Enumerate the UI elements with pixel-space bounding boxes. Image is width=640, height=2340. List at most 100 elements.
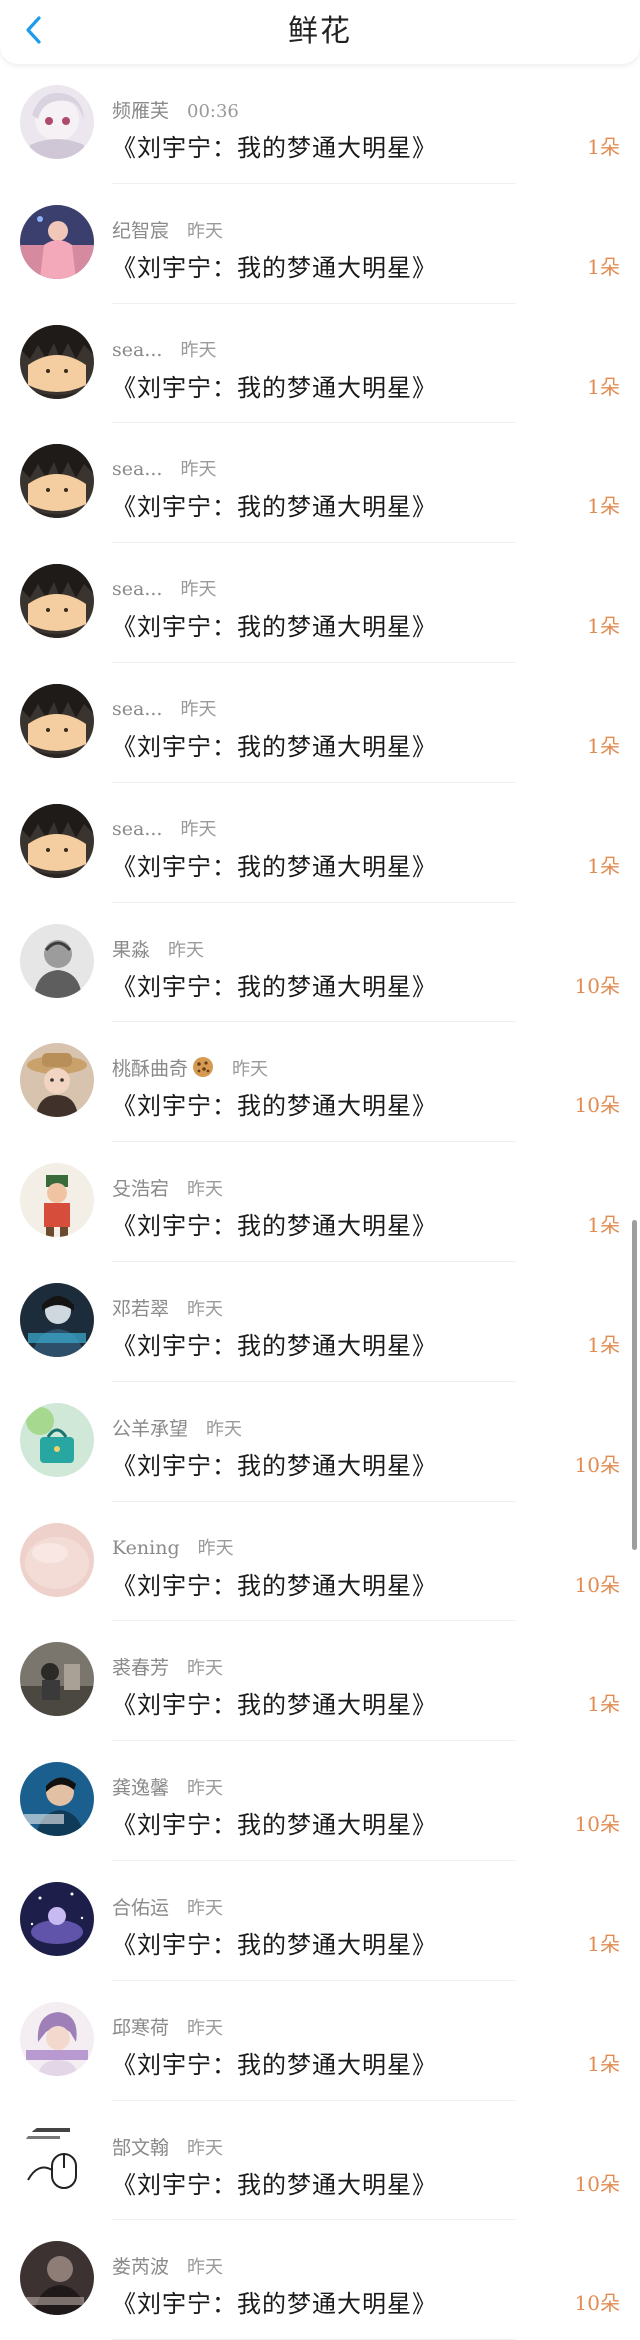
user-name[interactable]: Kening (112, 1537, 180, 1559)
book-title[interactable]: 《刘宇宁：我的梦通大明星》 (112, 1685, 437, 1720)
user-info: 果淼 昨天 (112, 935, 204, 962)
user-name[interactable]: sea... (112, 458, 162, 480)
flower-count: 1朵 (587, 614, 620, 639)
book-title[interactable]: 《刘宇宁：我的梦通大明星》 (112, 368, 437, 403)
book-title[interactable]: 《刘宇宁：我的梦通大明星》 (112, 128, 437, 163)
avatar[interactable] (20, 324, 94, 399)
user-name[interactable]: 纪智宸 (112, 220, 169, 242)
avatar[interactable] (20, 1282, 94, 1357)
book-title[interactable]: 《刘宇宁：我的梦通大明星》 (112, 607, 437, 642)
list-item[interactable]: 殳浩宕 昨天 《刘宇宁：我的梦通大明星》 1朵 (0, 1142, 640, 1262)
user-info: 公羊承望 昨天 (112, 1414, 242, 1441)
list-item[interactable]: sea... 昨天 《刘宇宁：我的梦通大明星》 1朵 (0, 304, 640, 424)
list-item[interactable]: 纪智宸 昨天 《刘宇宁：我的梦通大明星》 1朵 (0, 184, 640, 304)
flower-count: 1朵 (587, 1332, 620, 1357)
avatar[interactable] (20, 564, 94, 639)
list-item[interactable]: 果淼 昨天 《刘宇宁：我的梦通大明星》 10朵 (0, 903, 640, 1023)
list-item[interactable]: sea... 昨天 《刘宇宁：我的梦通大明星》 1朵 (0, 543, 640, 663)
user-name[interactable]: 果淼 (112, 939, 150, 961)
user-name[interactable]: sea... (112, 818, 162, 840)
user-name[interactable]: 郜文翰 (112, 2137, 169, 2159)
book-title[interactable]: 《刘宇宁：我的梦通大明星》 (112, 487, 437, 522)
list-item[interactable]: 娄芮波 昨天 《刘宇宁：我的梦通大明星》 10朵 (0, 2220, 640, 2340)
timestamp: 昨天 (187, 220, 224, 242)
timestamp: 昨天 (187, 2017, 224, 2039)
avatar[interactable] (20, 2241, 94, 2316)
avatar[interactable] (20, 683, 94, 758)
timestamp: 昨天 (168, 939, 205, 961)
book-title[interactable]: 《刘宇宁：我的梦通大明星》 (112, 2045, 437, 2080)
user-name[interactable]: 龚逸馨 (112, 1777, 169, 1799)
avatar[interactable] (20, 2001, 94, 2076)
book-title[interactable]: 《刘宇宁：我的梦通大明星》 (112, 2284, 437, 2319)
book-title[interactable]: 《刘宇宁：我的梦通大明星》 (112, 1326, 437, 1361)
avatar[interactable] (20, 1522, 94, 1597)
list-item[interactable]: 邱寒荷 昨天 《刘宇宁：我的梦通大明星》 1朵 (0, 1981, 640, 2101)
user-name[interactable]: 频雁芙 (112, 100, 169, 122)
list-item[interactable]: 桃酥曲奇 昨天《刘宇宁：我的梦通大明星》 10朵 (0, 1022, 640, 1143)
list-item[interactable]: 龚逸馨 昨天 《刘宇宁：我的梦通大明星》 10朵 (0, 1741, 640, 1861)
user-info: Kening 昨天 (112, 1534, 234, 1560)
user-info: 裘春芳 昨天 (112, 1653, 223, 1680)
book-title[interactable]: 《刘宇宁：我的梦通大明星》 (112, 248, 437, 283)
book-title[interactable]: 《刘宇宁：我的梦通大明星》 (112, 1805, 437, 1840)
list-item[interactable]: 郜文翰 昨天 《刘宇宁：我的梦通大明星》 10朵 (0, 2101, 640, 2221)
list-item[interactable]: Kening 昨天 《刘宇宁：我的梦通大明星》 10朵 (0, 1502, 640, 1622)
list-item[interactable]: 合佑运 昨天 《刘宇宁：我的梦通大明星》 1朵 (0, 1861, 640, 1981)
book-title[interactable]: 《刘宇宁：我的梦通大明星》 (112, 1566, 437, 1601)
avatar[interactable] (20, 444, 94, 519)
user-info: 龚逸馨 昨天 (112, 1773, 223, 1800)
avatar[interactable] (20, 1402, 94, 1477)
user-name[interactable]: sea... (112, 339, 162, 361)
book-title[interactable]: 《刘宇宁：我的梦通大明星》 (112, 1925, 437, 1960)
list-item[interactable]: 裘春芳 昨天《刘宇宁：我的梦通大明星》 1朵 (0, 1621, 640, 1742)
timestamp: 昨天 (180, 818, 217, 840)
user-name[interactable]: sea... (112, 698, 162, 720)
avatar[interactable] (20, 2121, 94, 2196)
list-item[interactable]: 邓若翠 昨天《刘宇宁：我的梦通大明星》 1朵 (0, 1262, 640, 1382)
avatar[interactable] (20, 923, 94, 998)
book-title[interactable]: 《刘宇宁：我的梦通大明星》 (112, 1446, 437, 1481)
flower-count: 1朵 (587, 733, 620, 758)
timestamp: 昨天 (232, 1059, 269, 1081)
book-title[interactable]: 《刘宇宁：我的梦通大明星》 (112, 967, 437, 1002)
timestamp: 昨天 (187, 1298, 224, 1320)
avatar[interactable] (20, 803, 94, 878)
avatar[interactable] (20, 1043, 94, 1118)
avatar[interactable] (20, 204, 94, 279)
timestamp: 昨天 (187, 1897, 224, 1919)
user-name[interactable]: sea... (112, 578, 162, 600)
user-name[interactable]: 邱寒荷 (112, 2017, 169, 2039)
flower-count: 1朵 (587, 1692, 620, 1717)
avatar[interactable] (20, 1881, 94, 1956)
avatar[interactable] (20, 1642, 94, 1717)
user-info: 合佑运 昨天 (112, 1893, 223, 1920)
user-name[interactable]: 公羊承望 (112, 1418, 188, 1440)
flower-count: 10朵 (574, 1093, 620, 1118)
book-title[interactable]: 《刘宇宁：我的梦通大明星》 (112, 727, 437, 762)
user-name[interactable]: 合佑运 (112, 1897, 169, 1919)
timestamp: 昨天 (180, 698, 217, 720)
scrollbar[interactable] (632, 1220, 637, 1550)
flower-count: 1朵 (587, 374, 620, 399)
book-title[interactable]: 《刘宇宁：我的梦通大明星》 (112, 2165, 437, 2200)
avatar[interactable] (20, 1762, 94, 1837)
timestamp: 昨天 (187, 1179, 224, 1201)
user-name[interactable]: 裘春芳 (112, 1657, 169, 1679)
book-title[interactable]: 《刘宇宁：我的梦通大明星》 (112, 847, 437, 882)
page-title: 鲜花 (288, 14, 352, 49)
cookie-icon (192, 1056, 214, 1083)
list-item[interactable]: sea... 昨天《刘宇宁：我的梦通大明星》 1朵 (0, 663, 640, 783)
book-title[interactable]: 《刘宇宁：我的梦通大明星》 (112, 1086, 437, 1121)
avatar[interactable] (20, 1163, 94, 1238)
list-item[interactable]: 频雁芙 00:36 《刘宇宁：我的梦通大明星》 1朵 (0, 64, 640, 184)
book-title[interactable]: 《刘宇宁：我的梦通大明星》 (112, 1206, 437, 1241)
list-item[interactable]: sea... 昨天 《刘宇宁：我的梦通大明星》 1朵 (0, 423, 640, 544)
user-name[interactable]: 桃酥曲奇 (112, 1058, 188, 1080)
user-name[interactable]: 邓若翠 (112, 1298, 169, 1320)
list-item[interactable]: sea... 昨天 《刘宇宁：我的梦通大明星》 1朵 (0, 783, 640, 903)
avatar[interactable] (20, 85, 94, 159)
list-item[interactable]: 公羊承望 昨天 《刘宇宁：我的梦通大明星》 10朵 (0, 1382, 640, 1502)
user-name[interactable]: 殳浩宕 (112, 1178, 169, 1200)
user-name[interactable]: 娄芮波 (112, 2256, 169, 2278)
